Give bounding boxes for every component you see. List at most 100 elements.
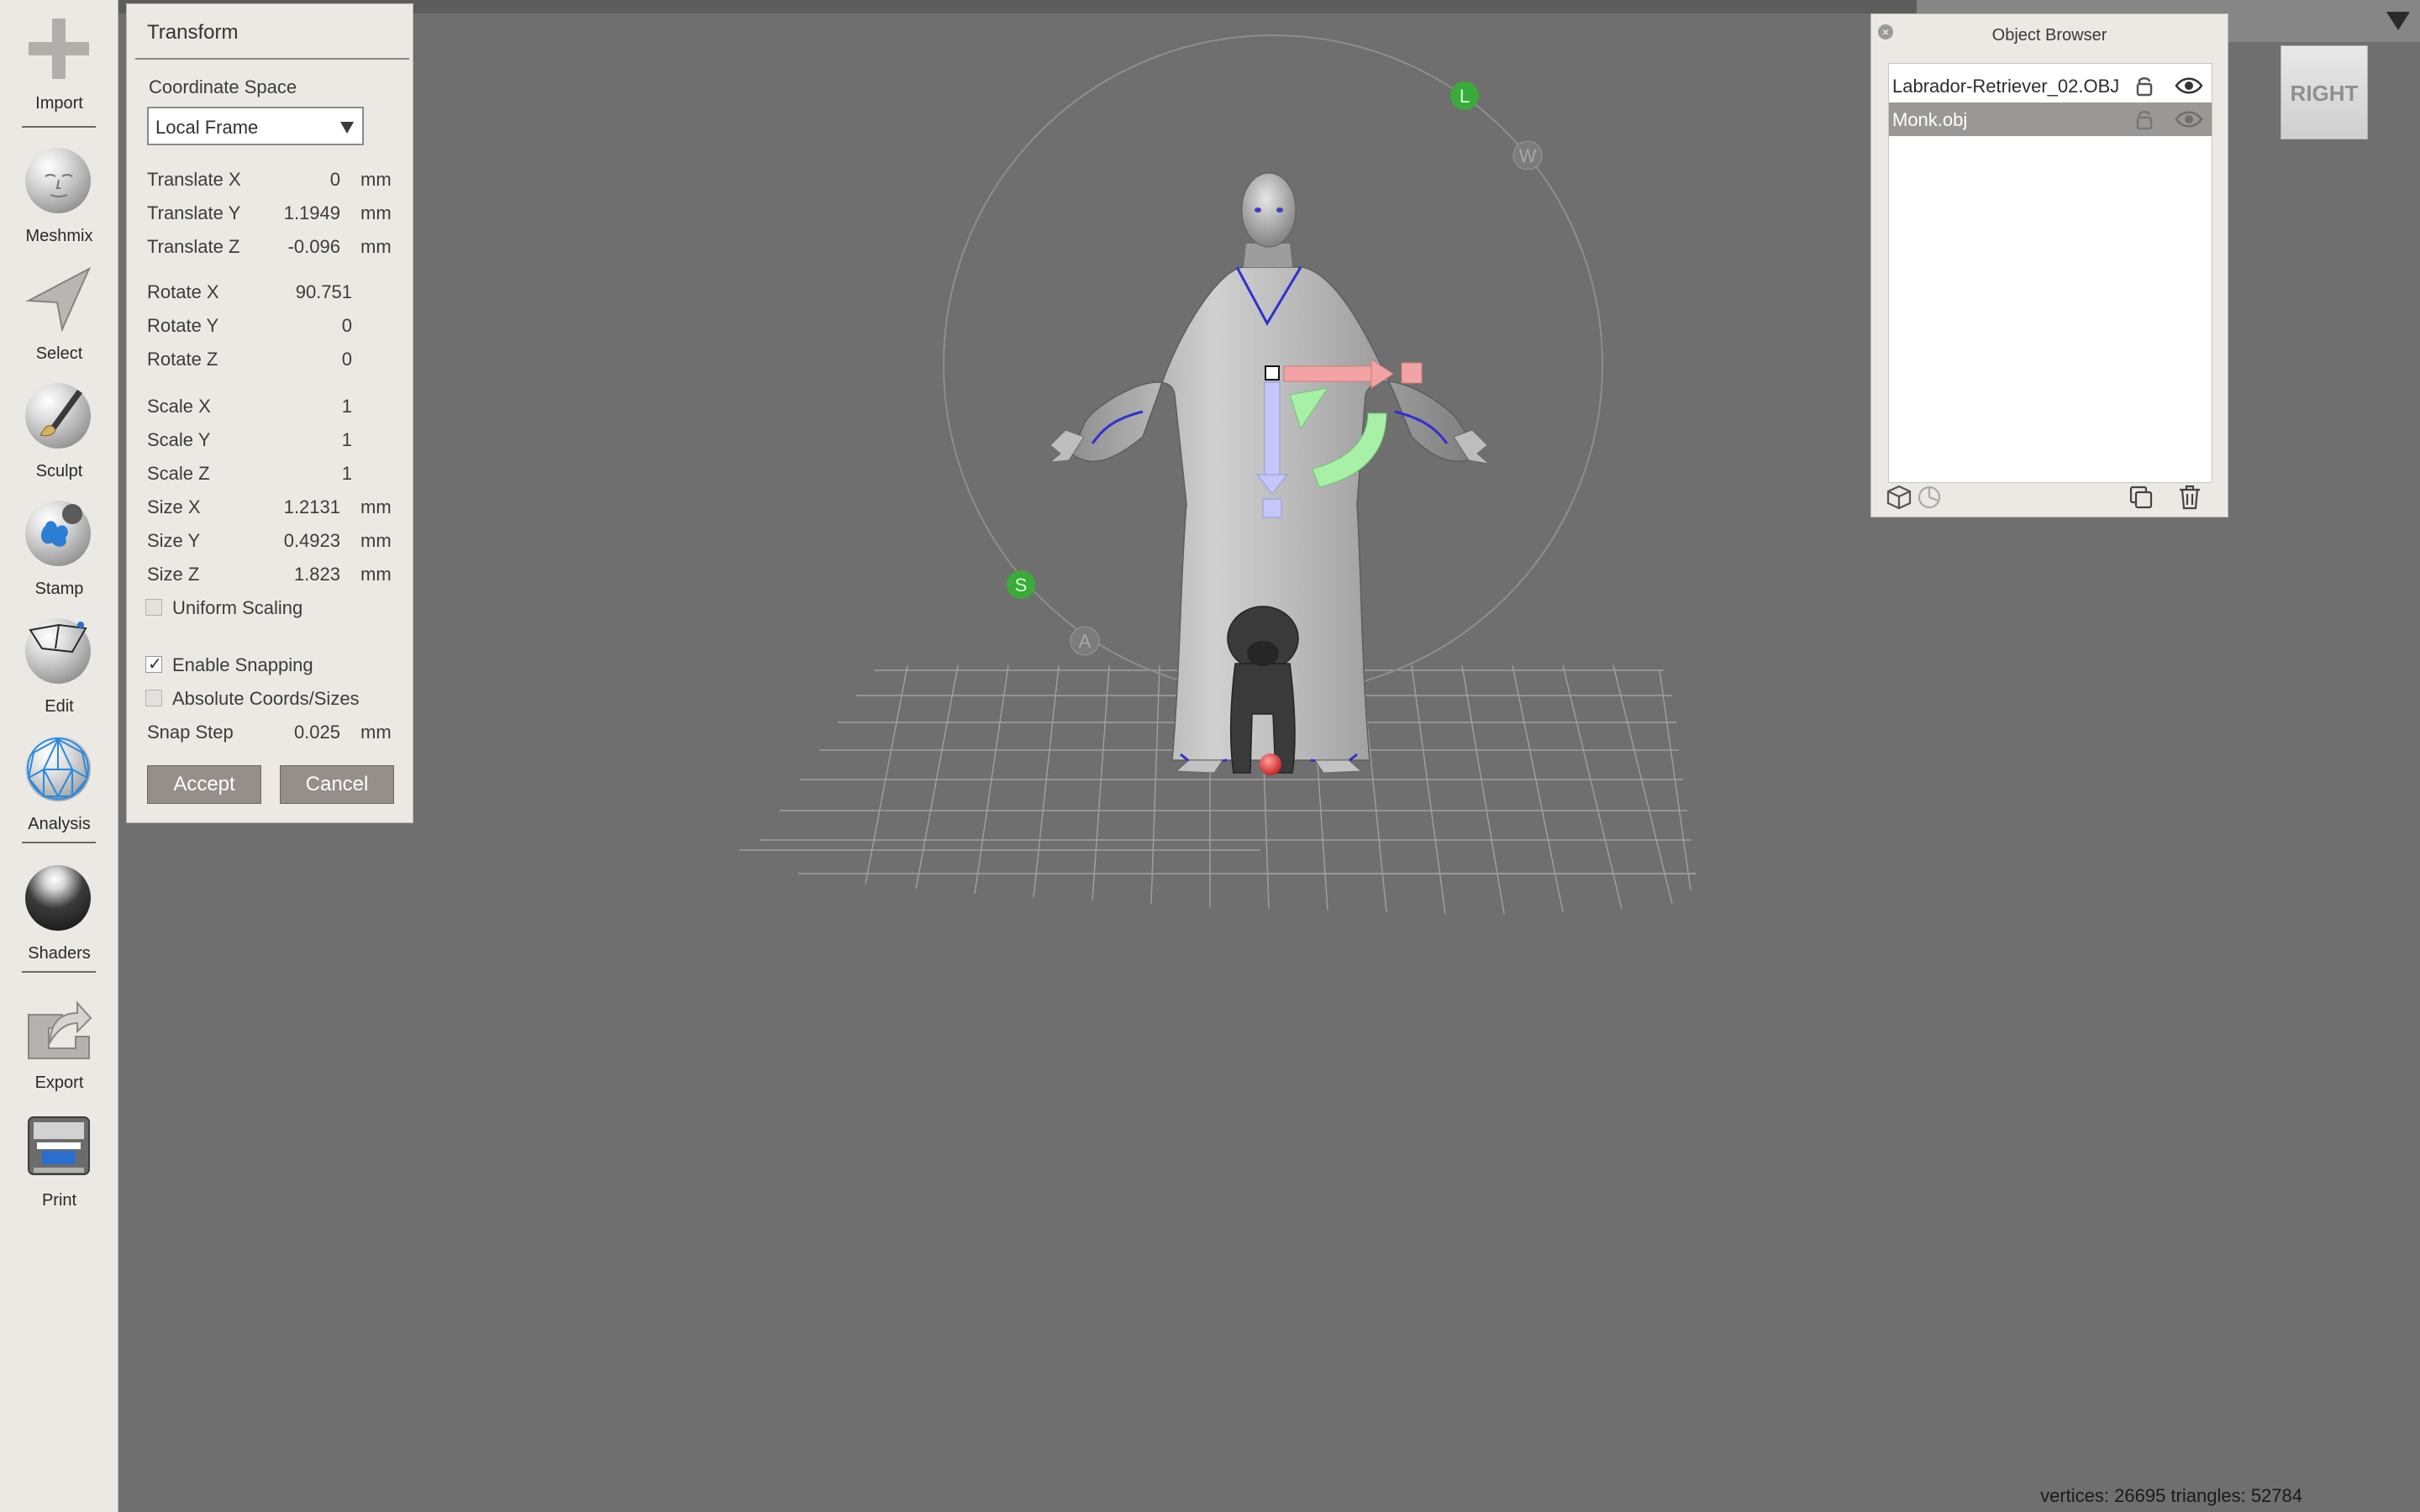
lock-icon[interactable]: [2133, 74, 2156, 97]
stamp-button[interactable]: Stamp: [0, 501, 118, 610]
lock-icon[interactable]: [2133, 108, 2156, 131]
field-value[interactable]: 1.1949: [223, 202, 340, 224]
gizmo-handle-w[interactable]: W: [1512, 140, 1543, 171]
object-row-labrador[interactable]: Labrador-Retriever_02.OBJ: [1889, 69, 2212, 102]
eye-icon[interactable]: [2175, 108, 2203, 131]
cube-icon[interactable]: [1885, 483, 1913, 512]
size-x-field[interactable]: Size X 1.2131 mm: [147, 493, 399, 520]
field-value[interactable]: 90.751: [223, 281, 352, 303]
arrow-cursor-icon: [25, 266, 92, 333]
import-label: Import: [35, 94, 83, 113]
plus-icon: [29, 18, 89, 79]
field-value[interactable]: -0.096: [223, 236, 340, 258]
checkbox-box[interactable]: [145, 599, 162, 616]
field-label: Rotate X: [147, 281, 219, 302]
size-z-field[interactable]: Size Z 1.823 mm: [147, 560, 399, 587]
field-value[interactable]: 0.4923: [223, 530, 340, 552]
meshmix-button[interactable]: Meshmix: [0, 148, 118, 257]
uniform-scaling-checkbox[interactable]: Uniform Scaling: [145, 594, 406, 621]
field-value[interactable]: 1: [223, 396, 352, 417]
print-button[interactable]: Print: [0, 1112, 118, 1221]
brush-sphere-icon: [25, 383, 92, 450]
coordinate-space-value: Local Frame: [155, 117, 259, 138]
dropdown-arrow-icon[interactable]: [2386, 12, 2410, 30]
cancel-button[interactable]: Cancel: [280, 765, 394, 804]
analysis-button[interactable]: Analysis: [0, 736, 118, 845]
field-value[interactable]: 1: [223, 429, 352, 451]
object-name: Labrador-Retriever_02.OBJ: [1892, 76, 2120, 97]
field-value[interactable]: 1.823: [223, 564, 340, 585]
view-cube[interactable]: RIGHT: [2281, 45, 2373, 146]
object-row-monk[interactable]: Monk.obj: [1889, 102, 2212, 136]
panel-title-divider: [135, 58, 409, 60]
rotate-y-field[interactable]: Rotate Y 0: [147, 312, 399, 339]
size-y-field[interactable]: Size Y 0.4923 mm: [147, 527, 399, 554]
chrome-sphere-icon: [25, 865, 92, 932]
toolbar-divider: [22, 126, 96, 128]
field-value[interactable]: 0: [223, 315, 352, 337]
toolbar-divider: [22, 842, 96, 843]
gizmo-handle-l[interactable]: L: [1450, 81, 1479, 110]
enable-snapping-checkbox[interactable]: ✓ Enable Snapping: [145, 651, 406, 678]
checkmark-icon: ✓: [148, 655, 162, 674]
object-list: Labrador-Retriever_02.OBJ Monk.obj: [1888, 63, 2212, 483]
object-browser-panel: × Object Browser Labrador-Retriever_02.O…: [1870, 13, 2228, 517]
translate-z-field[interactable]: Translate Z -0.096 mm: [147, 233, 399, 260]
export-icon: [28, 1000, 92, 1059]
field-label: Size X: [147, 496, 201, 517]
transform-panel: Transform Coordinate Space Local Frame T…: [126, 3, 413, 823]
field-label: Scale Z: [147, 463, 210, 484]
shaders-label: Shaders: [28, 944, 91, 963]
checkbox-box[interactable]: [145, 690, 162, 706]
scale-z-field[interactable]: Scale Z 1: [147, 459, 399, 486]
view-cube-face[interactable]: RIGHT: [2281, 45, 2368, 139]
sculpt-button[interactable]: Sculpt: [0, 383, 118, 492]
gizmo-label-w: W: [1519, 145, 1537, 166]
chevron-down-icon: [340, 122, 354, 134]
edit-sphere-icon: [25, 618, 92, 685]
rotate-x-field[interactable]: Rotate X 90.751: [147, 278, 399, 305]
absolute-coords-checkbox[interactable]: Absolute Coords/Sizes: [145, 685, 406, 711]
coordinate-space-select[interactable]: Local Frame: [147, 107, 364, 145]
pie-chart-icon[interactable]: [1915, 483, 1944, 512]
mesh-sphere-icon: [25, 736, 92, 803]
field-value[interactable]: 1: [223, 463, 352, 485]
accept-button[interactable]: Accept: [147, 765, 261, 804]
duplicate-icon[interactable]: [2127, 483, 2155, 512]
translate-y-field[interactable]: Translate Y 1.1949 mm: [147, 199, 399, 226]
export-button[interactable]: Export: [0, 995, 118, 1104]
checkbox-label: Absolute Coords/Sizes: [172, 688, 360, 709]
panel-title: Transform: [147, 21, 239, 44]
field-label: Scale Y: [147, 429, 211, 450]
field-value[interactable]: 0: [223, 349, 352, 370]
coordinate-space-label: Coordinate Space: [149, 76, 297, 97]
field-unit: mm: [360, 564, 392, 585]
shaders-button[interactable]: Shaders: [0, 865, 118, 974]
meshmix-label: Meshmix: [25, 227, 93, 245]
mesh-stats-status: vertices: 26695 triangles: 52784: [2040, 1485, 2302, 1506]
gizmo-handle-s[interactable]: S: [1007, 570, 1035, 599]
import-button[interactable]: Import: [0, 15, 118, 124]
field-label: Rotate Y: [147, 315, 219, 336]
field-value[interactable]: 0: [223, 169, 340, 191]
snap-step-field[interactable]: Snap Step 0.025 mm: [147, 718, 399, 745]
checkbox-box[interactable]: ✓: [145, 655, 162, 674]
gizmo-label-a: A: [1079, 631, 1092, 652]
stamp-sphere-icon: [25, 501, 92, 568]
field-label: Snap Step: [147, 722, 234, 743]
select-button[interactable]: Select: [0, 265, 118, 375]
gizmo-handle-a[interactable]: A: [1070, 626, 1100, 656]
sculpt-label: Sculpt: [35, 462, 83, 480]
rotate-z-field[interactable]: Rotate Z 0: [147, 345, 399, 372]
field-value[interactable]: 1.2131: [223, 496, 340, 518]
translate-x-field[interactable]: Translate X 0 mm: [147, 165, 399, 192]
scale-y-field[interactable]: Scale Y 1: [147, 426, 399, 453]
edit-button[interactable]: Edit: [0, 618, 118, 727]
toolbar-divider: [22, 971, 96, 973]
trash-icon[interactable]: [2175, 483, 2204, 512]
field-value[interactable]: 0.025: [223, 722, 340, 743]
stamp-label: Stamp: [34, 580, 84, 598]
eye-icon[interactable]: [2175, 74, 2203, 97]
scale-x-field[interactable]: Scale X 1: [147, 392, 399, 419]
gizmo-label-s: S: [1015, 575, 1028, 596]
